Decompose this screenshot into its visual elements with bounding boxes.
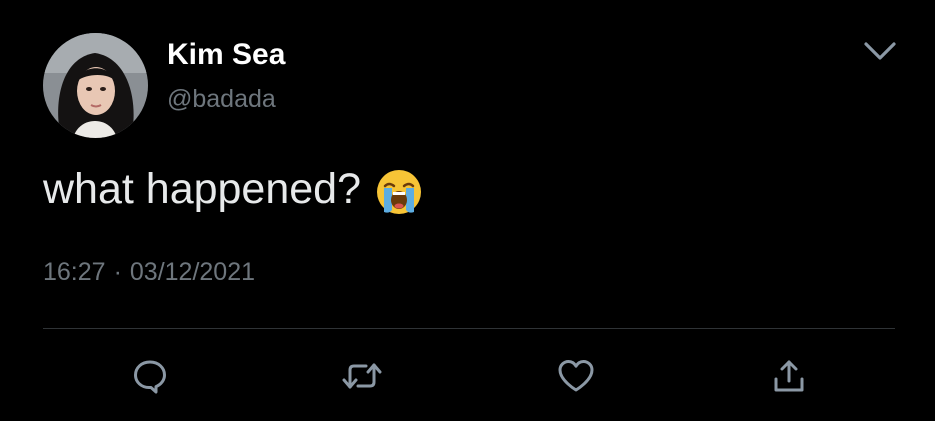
share-button[interactable] [769,356,809,396]
chevron-down-icon [864,42,896,60]
loudly-crying-face-icon [375,168,423,216]
user-handle[interactable]: @badada [167,85,276,114]
share-icon [774,360,804,392]
tweet-text-content: what happened? [43,165,362,213]
retweet-button[interactable] [342,356,382,396]
avatar[interactable] [43,33,148,138]
heart-icon [558,360,594,392]
tweet-time: 16:27 [43,258,106,286]
display-name[interactable]: Kim Sea [167,38,285,72]
meta-separator: · [113,258,122,286]
profile-photo-icon [43,33,148,138]
tweet-card: Kim Sea @badada what happened? 16:27 · 0… [0,0,935,421]
reply-button[interactable] [130,356,170,396]
tweet-text: what happened? [43,165,423,214]
tweet-timestamp[interactable]: 16:27 · 03/12/2021 [43,258,255,287]
reply-icon [134,360,166,394]
like-button[interactable] [556,356,596,396]
divider [43,328,895,329]
tweet-date: 03/12/2021 [129,258,256,286]
tweet-menu-button[interactable] [860,36,900,66]
retweet-icon [342,363,382,389]
